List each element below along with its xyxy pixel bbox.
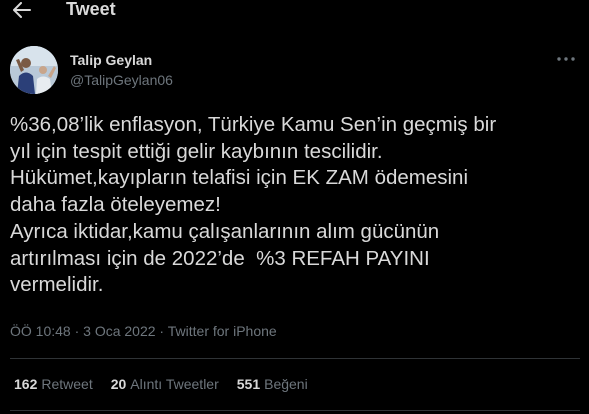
tweet-source[interactable]: Twitter for iPhone [168, 323, 277, 339]
tweet-text-line: yıl için tespit ettiği gelir kaybının te… [10, 139, 383, 163]
tweet-time[interactable]: ÖÖ 10:48 [10, 323, 71, 339]
divider [10, 358, 580, 359]
tweet-text-line: Ayrıca iktidar,kamu çalışanlarının alım … [10, 219, 440, 243]
likes-count: 551 [236, 376, 261, 392]
tweet-date[interactable]: 3 Oca 2022 [83, 323, 155, 339]
quote-tweets-stat[interactable]: 20 Alıntı Tweetler [111, 376, 219, 392]
quotes-count: 20 [110, 376, 127, 392]
retweets-label: Retweet [41, 376, 93, 392]
tweet-meta: ÖÖ 10:48 · 3 Oca 2022 · Twitter for iPho… [10, 323, 277, 339]
tweet-text-line: Hükümet,kayıpların telafisi için EK ZAM … [10, 166, 469, 190]
tweet-stats: 162 Retweet 20 Alıntı Tweetler 551 Beğeni [14, 376, 326, 392]
page-title: Tweet [66, 0, 116, 19]
likes-label: Beğeni [264, 376, 308, 392]
tweet-text-line: artırılması için de 2022’de %3 REFAH PAY… [10, 246, 430, 270]
meta-separator: · [155, 323, 168, 339]
meta-separator: · [70, 323, 84, 339]
divider [10, 410, 580, 411]
tweet-header: Tweet [0, 0, 589, 24]
quotes-label: Alıntı Tweetler [130, 376, 219, 392]
tweet-text-line: daha fazla öteleyemez! [10, 193, 221, 217]
author-handle[interactable]: @TalipGeylan06 [70, 72, 173, 88]
left-arrow-icon [13, 2, 31, 18]
likes-stat[interactable]: 551 Beğeni [237, 376, 308, 392]
more-options-button[interactable] [556, 50, 576, 68]
retweets-stat[interactable]: 162 Retweet [14, 376, 93, 392]
avatar[interactable] [10, 46, 58, 94]
tweet-text-line: vermelidir. [10, 273, 104, 297]
tweet-text: %36,08’lik enflasyon, Türkiye Kamu Sen’i… [10, 112, 580, 299]
tweet-text-line: %36,08’lik enflasyon, Türkiye Kamu Sen’i… [10, 113, 497, 136]
more-options-icon [557, 57, 575, 61]
profile-photo [10, 46, 58, 94]
author-display-name[interactable]: Talip Geylan [70, 52, 152, 68]
retweets-count: 162 [14, 376, 38, 392]
back-button[interactable] [8, 0, 36, 22]
